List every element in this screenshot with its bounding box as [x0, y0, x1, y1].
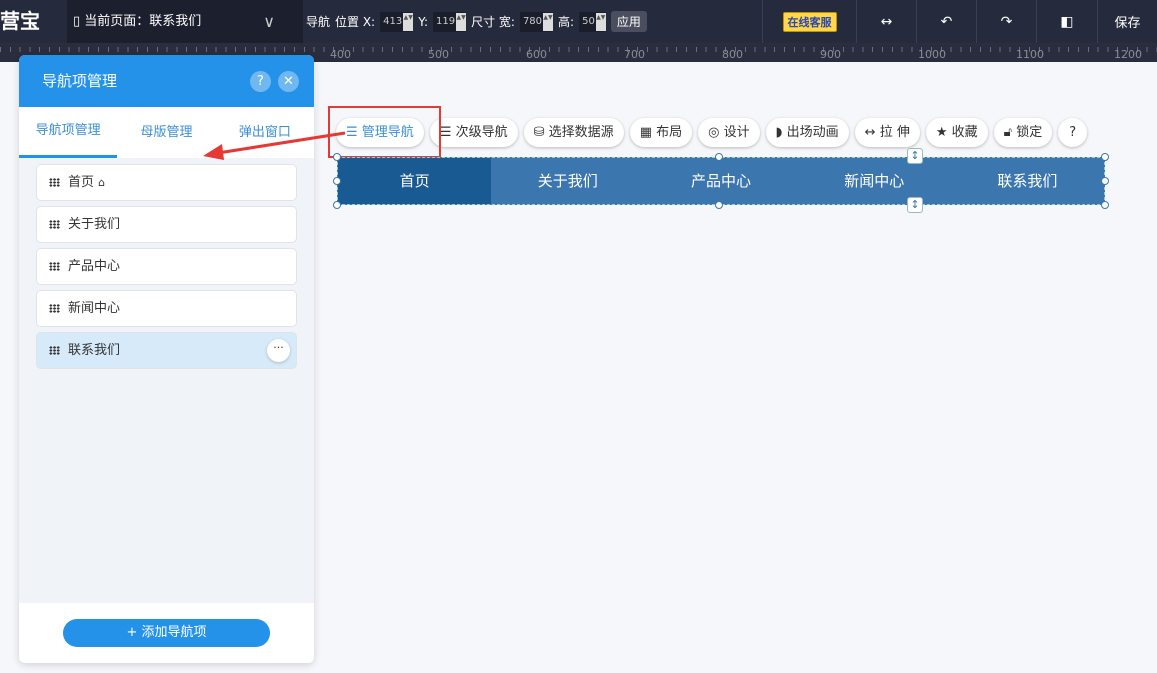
nav-item[interactable]: 新闻中心	[798, 158, 951, 204]
nav-item[interactable]: 联系我们	[951, 158, 1104, 204]
resize-handle[interactable]	[715, 153, 723, 161]
resize-handle[interactable]	[1101, 177, 1109, 185]
resize-handle[interactable]	[333, 201, 341, 209]
resize-handle[interactable]	[715, 201, 723, 209]
vertical-resize-icon[interactable]: ↕	[907, 148, 923, 164]
nav-bar-element[interactable]: 首页 关于我们 产品中心 新闻中心 联系我们	[337, 157, 1105, 205]
nav-item[interactable]: 产品中心	[644, 158, 797, 204]
resize-handle[interactable]	[333, 153, 341, 161]
annotation-arrow	[203, 131, 346, 160]
nav-item[interactable]: 关于我们	[491, 158, 644, 204]
resize-handle[interactable]	[1101, 153, 1109, 161]
resize-handle[interactable]	[1101, 201, 1109, 209]
nav-item[interactable]: 首页	[338, 158, 492, 204]
resize-handle[interactable]	[333, 177, 341, 185]
vertical-resize-icon[interactable]: ↕	[907, 197, 923, 213]
